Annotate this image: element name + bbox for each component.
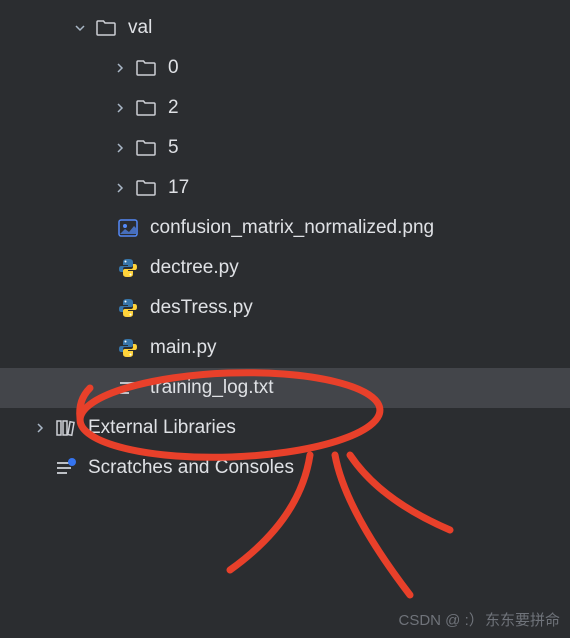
- folder-2[interactable]: 2: [0, 88, 570, 128]
- folder-icon: [134, 96, 158, 120]
- folder-5[interactable]: 5: [0, 128, 570, 168]
- scratches-icon: [54, 456, 78, 480]
- folder-label: 5: [168, 137, 179, 159]
- folder-icon: [134, 136, 158, 160]
- folder-icon: [134, 176, 158, 200]
- scratches-and-consoles[interactable]: Scratches and Consoles: [0, 448, 570, 488]
- folder-label: 2: [168, 97, 179, 119]
- file-label: training_log.txt: [150, 377, 274, 399]
- project-tree: val 0 2 5 17: [0, 0, 570, 488]
- file-main[interactable]: main.py: [0, 328, 570, 368]
- watermark: CSDN @ :） 东东要拼命: [399, 609, 561, 630]
- folder-label: val: [128, 17, 152, 39]
- item-label: External Libraries: [88, 417, 236, 439]
- file-confusion-matrix[interactable]: confusion_matrix_normalized.png: [0, 208, 570, 248]
- folder-icon: [94, 16, 118, 40]
- file-label: main.py: [150, 337, 217, 359]
- item-label: Scratches and Consoles: [88, 457, 294, 479]
- chevron-right-icon: [110, 142, 130, 154]
- chevron-right-icon: [110, 62, 130, 74]
- folder-val[interactable]: val: [0, 8, 570, 48]
- chevron-right-icon: [110, 102, 130, 114]
- chevron-down-icon: [70, 22, 90, 34]
- chevron-right-icon: [30, 422, 50, 434]
- folder-label: 17: [168, 177, 189, 199]
- file-destress[interactable]: desTress.py: [0, 288, 570, 328]
- folder-icon: [134, 56, 158, 80]
- chevron-right-icon: [110, 182, 130, 194]
- file-training-log[interactable]: training_log.txt: [0, 368, 570, 408]
- folder-0[interactable]: 0: [0, 48, 570, 88]
- file-label: confusion_matrix_normalized.png: [150, 217, 434, 239]
- folder-17[interactable]: 17: [0, 168, 570, 208]
- python-file-icon: [116, 336, 140, 360]
- file-label: desTress.py: [150, 297, 253, 319]
- library-icon: [54, 416, 78, 440]
- external-libraries[interactable]: External Libraries: [0, 408, 570, 448]
- python-file-icon: [116, 256, 140, 280]
- folder-label: 0: [168, 57, 179, 79]
- file-label: dectree.py: [150, 257, 239, 279]
- text-file-icon: [116, 376, 140, 400]
- python-file-icon: [116, 296, 140, 320]
- file-dectree[interactable]: dectree.py: [0, 248, 570, 288]
- image-file-icon: [116, 216, 140, 240]
